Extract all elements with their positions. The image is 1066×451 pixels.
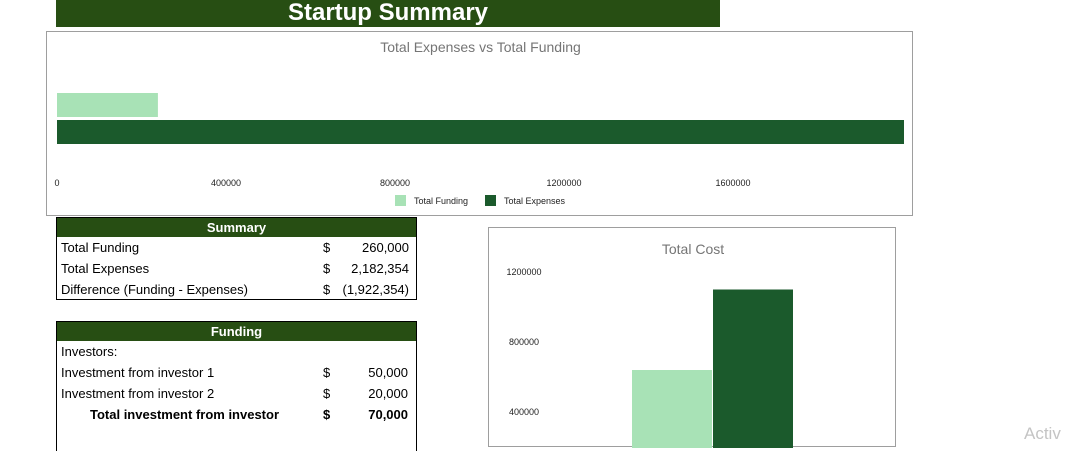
chart-title: Total Cost [662, 241, 724, 257]
currency-symbol: $ [323, 365, 331, 380]
funding-table: Funding Investors: Investment from inves… [56, 321, 417, 451]
expenses-vs-funding-chart-svg: Total Expenses vs Total Funding 0 400000 80… [54, 39, 904, 206]
funding-row-investor-1[interactable]: Investment from investor 1 $ 50,000 [57, 362, 416, 383]
row-value: 2,182,354 [351, 261, 409, 276]
currency-symbol: $ [323, 407, 331, 422]
bar-total-expenses [713, 289, 793, 448]
legend-label: Total Expenses [504, 196, 566, 206]
x-tick-label: 1200000 [546, 178, 581, 188]
bar-total-funding [57, 93, 158, 117]
row-label: Investment from investor 2 [61, 386, 215, 401]
currency-symbol: $ [323, 261, 331, 276]
funding-row-investors[interactable]: Investors: [57, 341, 416, 362]
currency-symbol: $ [323, 386, 331, 401]
funding-row-investor-2[interactable]: Investment from investor 2 $ 20,000 [57, 383, 416, 404]
y-tick-label: 400000 [509, 407, 539, 417]
total-cost-chart-svg: Total Cost 1200000 800000 400000 [506, 241, 793, 448]
bar-total-expenses [57, 120, 904, 144]
y-tick-label: 1200000 [506, 267, 541, 277]
legend-label: Total Funding [414, 196, 468, 206]
legend-swatch [485, 195, 496, 206]
row-value: 20,000 [368, 386, 408, 401]
summary-row-total-expenses[interactable]: Total Expenses $ 2,182,354 [57, 258, 416, 279]
chart-title: Total Expenses vs Total Funding [380, 39, 581, 55]
summary-header: Summary [57, 218, 416, 237]
summary-row-total-funding[interactable]: Total Funding $ 260,000 [57, 237, 416, 258]
total-cost-chart[interactable]: Total Cost 1200000 800000 400000 [488, 227, 896, 448]
x-tick-label: 0 [54, 178, 59, 188]
row-label: Total Funding [61, 240, 140, 255]
page-title: Startup Summary [56, 0, 720, 27]
x-tick-label: 400000 [211, 178, 241, 188]
currency-symbol: $ [323, 240, 331, 255]
bar-total-funding [632, 370, 712, 448]
row-value: 260,000 [362, 240, 409, 255]
row-label: Total Expenses [61, 261, 150, 276]
row-value: (1,922,354) [342, 282, 410, 297]
x-tick-label: 1600000 [715, 178, 750, 188]
funding-row-total[interactable]: Total investment from investor $ 70,000 [57, 404, 416, 425]
activation-watermark: Activ [1024, 424, 1061, 443]
summary-table: Summary Total Funding $ 260,000 Total Ex… [56, 217, 417, 300]
currency-symbol: $ [323, 282, 331, 297]
funding-header: Funding [57, 322, 416, 341]
summary-row-difference[interactable]: Difference (Funding - Expenses) $ (1,922… [57, 279, 416, 300]
row-label: Difference (Funding - Expenses) [61, 282, 248, 297]
legend-swatch [395, 195, 406, 206]
x-tick-label: 800000 [380, 178, 410, 188]
row-value: 70,000 [368, 407, 408, 422]
row-label: Investors: [61, 344, 118, 359]
y-tick-label: 800000 [509, 337, 539, 347]
row-label: Total investment from investor [90, 407, 280, 422]
row-label: Investment from investor 1 [61, 365, 215, 380]
expenses-vs-funding-chart[interactable]: Total Expenses vs Total Funding 0 400000 80… [46, 31, 913, 216]
row-value: 50,000 [368, 365, 408, 380]
